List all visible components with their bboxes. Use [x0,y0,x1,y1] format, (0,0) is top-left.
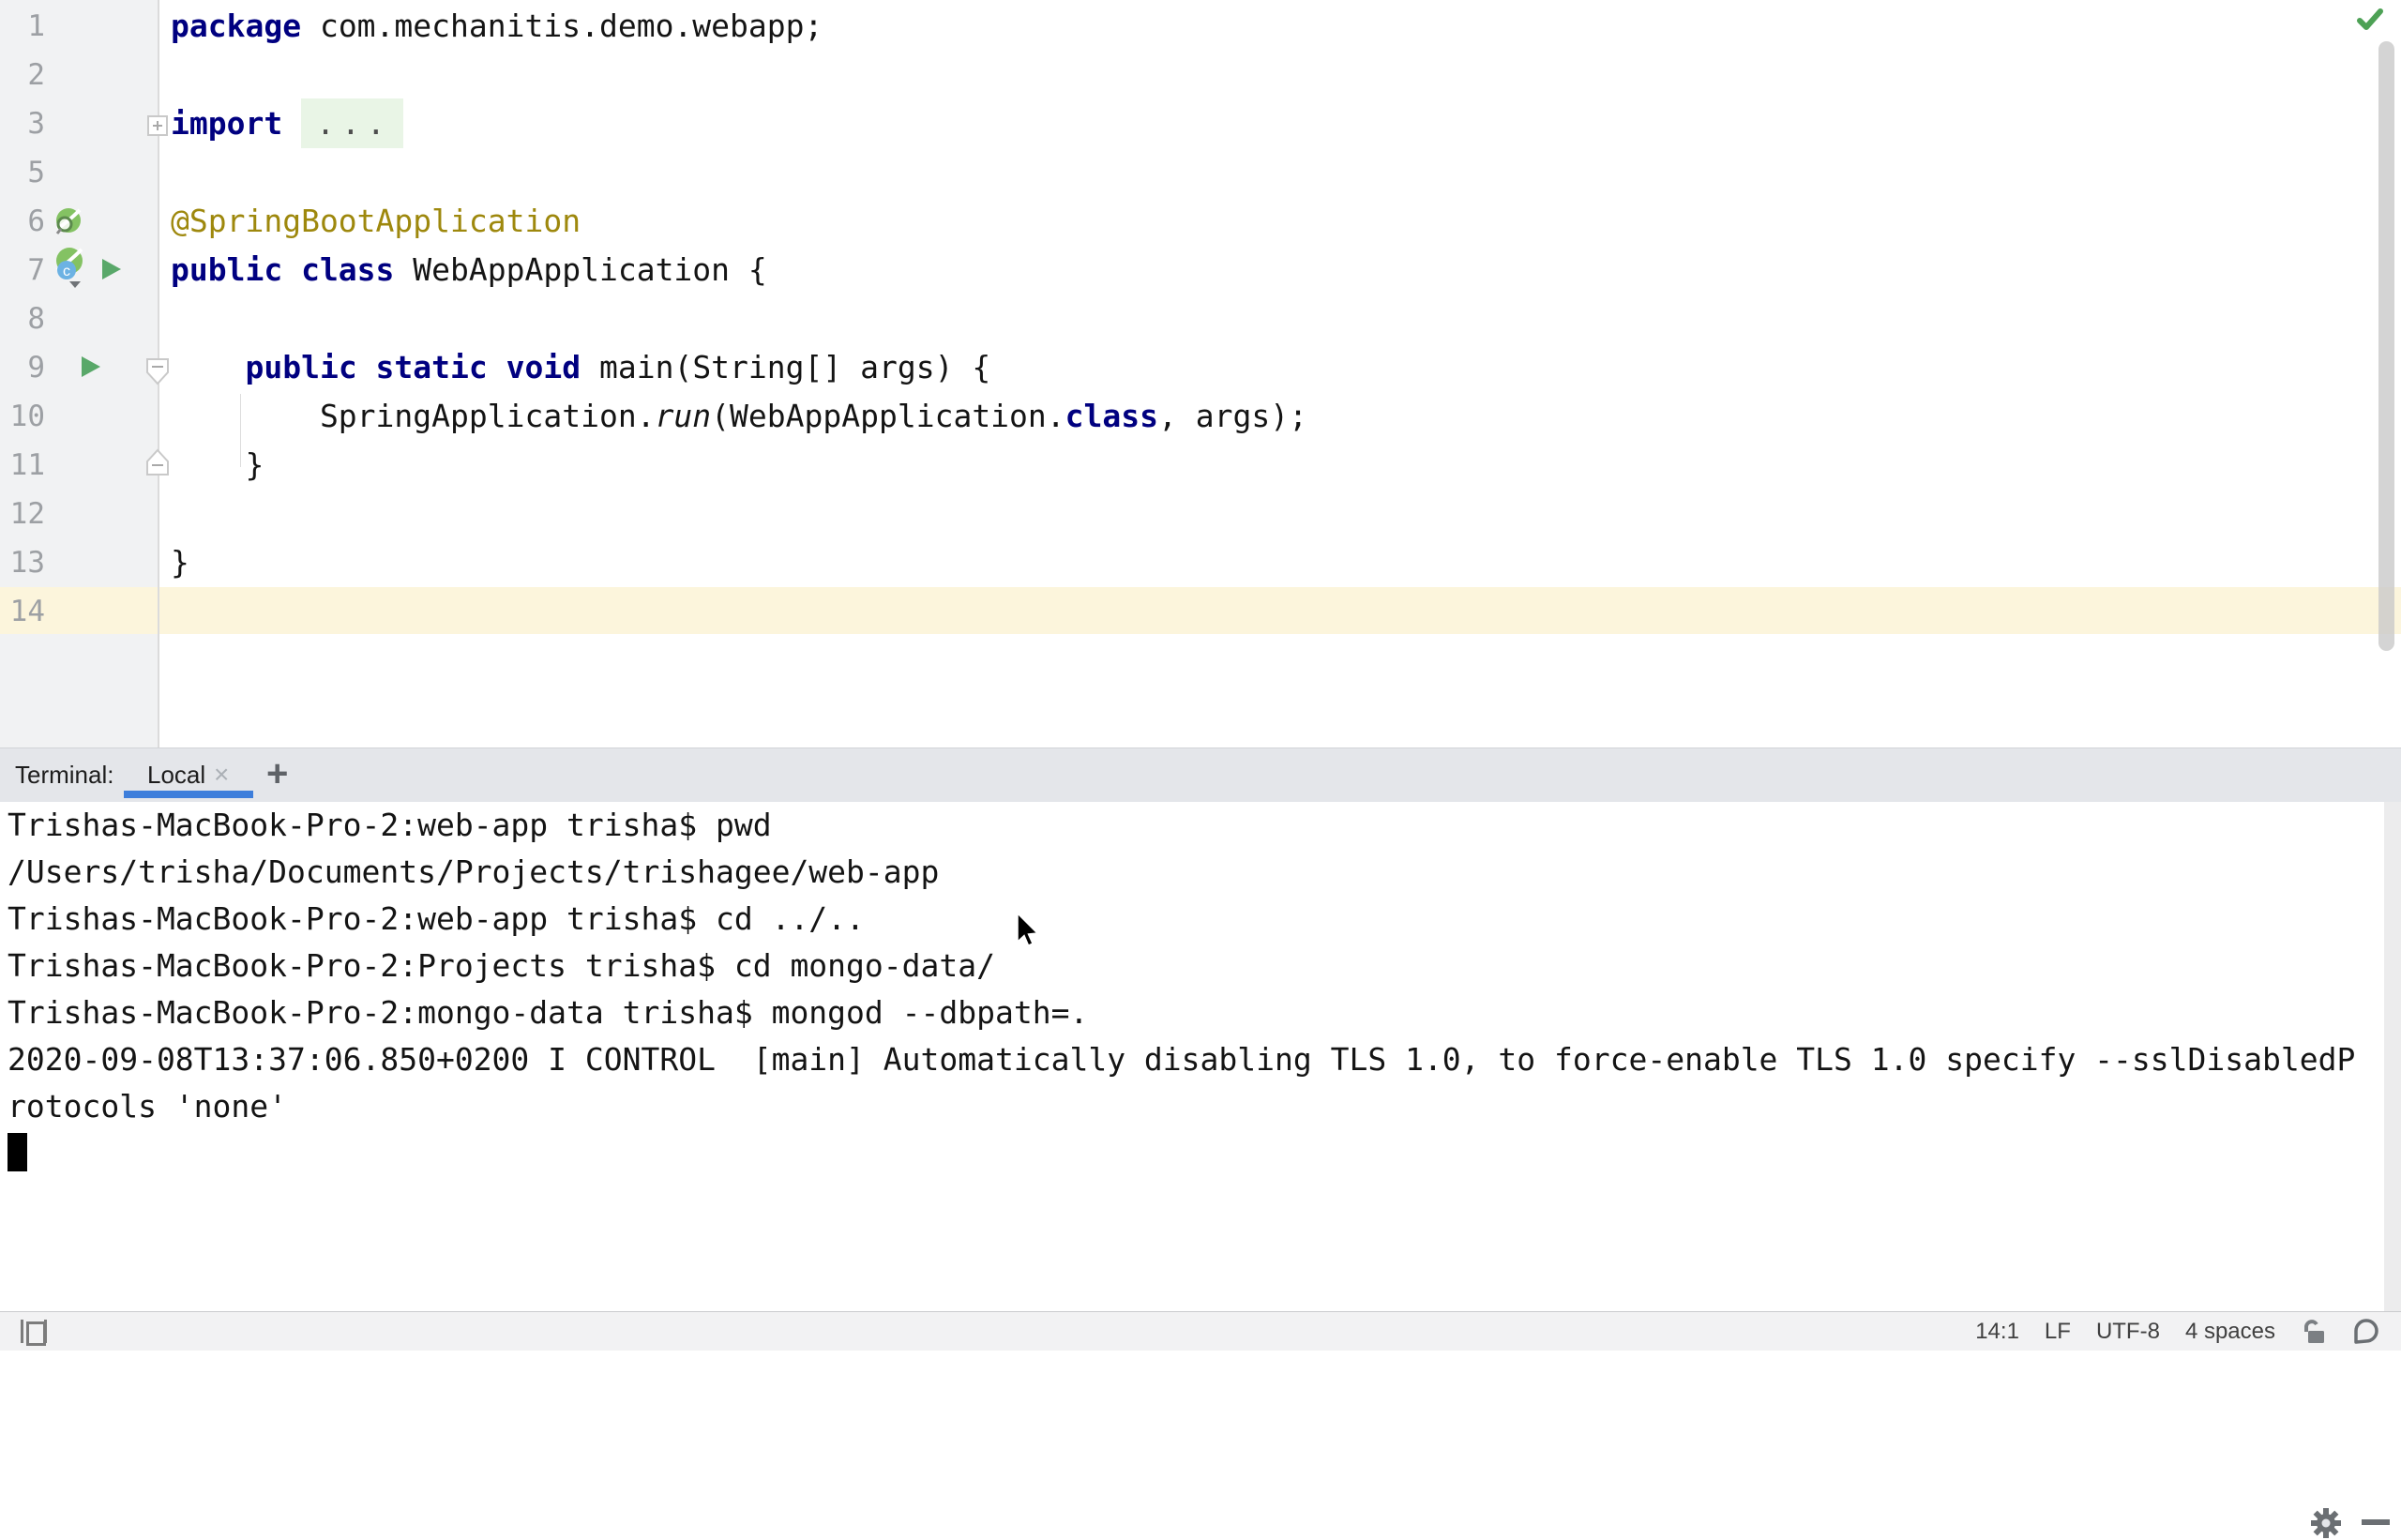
terminal-line: Trishas-MacBook-Pro-2:mongo-data trisha$… [8,994,1089,1031]
line-number: 5 [27,156,45,189]
code-token: public static void [245,349,581,385]
line-number: 12 [9,497,45,531]
line-number: 1 [27,9,45,43]
code-token: } [171,446,264,483]
terminal-cursor [8,1133,27,1171]
svg-text:c: c [63,264,70,279]
terminal-header: Terminal: Local × + [0,747,2401,1538]
code-token: @SpringBootApplication [171,203,581,239]
fold-start-icon[interactable] [144,357,171,385]
code-token: class [1065,398,1159,434]
event-balloon-icon[interactable] [2350,1318,2378,1346]
spring-boot-class-icon[interactable]: c [51,246,92,289]
code-line-3[interactable]: import ... [171,98,403,148]
code-token: (WebAppApplication. [711,398,1065,434]
lock-icon[interactable] [2301,1319,2325,1345]
code-token: package [171,8,302,44]
editor-scrollbar[interactable] [2378,41,2394,651]
code-line-9[interactable]: public static void main(String[] args) { [171,343,990,392]
code-editor[interactable]: 1 package com.mechanitis.demo.webapp; 2 3 im… [0,0,2401,747]
code-token: import [171,105,283,142]
caret-position[interactable]: 14:1 [1975,1319,2019,1345]
terminal-panel-label: Terminal: [15,761,114,789]
no-problems-checkmark-icon[interactable] [2354,4,2386,36]
code-token: } [171,544,189,581]
new-terminal-tab-button[interactable]: + [266,748,288,802]
fold-expand-icon[interactable] [147,115,168,136]
run-icon[interactable] [79,355,103,379]
code-token: SpringApplication. [171,398,656,434]
mouse-cursor [1017,912,1039,946]
gear-icon[interactable] [2309,1506,2343,1540]
terminal-line: Trishas-MacBook-Pro-2:web-app trisha$ pw… [8,807,772,843]
code-token: , args); [1158,398,1307,434]
code-line-7[interactable]: public class WebAppApplication { [171,246,767,294]
code-line-11[interactable]: } [171,441,264,490]
line-number: 9 [27,351,45,385]
terminal-line: Trishas-MacBook-Pro-2:Projects trisha$ c… [8,947,995,984]
line-number: 13 [9,546,45,580]
toolwindow-toggle-icon[interactable] [21,1320,47,1346]
code-token: WebAppApplication { [394,251,767,288]
encoding[interactable]: UTF-8 [2096,1319,2160,1345]
code-line-13[interactable]: } [171,538,189,587]
line-number: 3 [27,107,45,141]
active-tab-underline [124,791,253,798]
indent-style[interactable]: 4 spaces [2185,1319,2275,1345]
status-bar: 14:1 LF UTF-8 4 spaces [0,1311,2401,1351]
code-token: main(String[] args) { [581,349,991,385]
line-number: 10 [9,400,45,433]
line-number: 6 [27,204,45,238]
code-token: run [655,398,712,434]
terminal-line: Trishas-MacBook-Pro-2:web-app trisha$ cd… [8,900,865,937]
terminal-line: 2020-09-08T13:37:06.850+0200 I CONTROL [… [8,1041,2356,1078]
code-token: public class [171,251,395,288]
line-separator[interactable]: LF [2045,1319,2071,1345]
run-icon[interactable] [99,257,124,281]
line-number: 8 [27,302,45,336]
terminal-line: /Users/trisha/Documents/Projects/trishag… [8,853,940,890]
line-number: 7 [27,253,45,287]
terminal-line: rotocols 'none' [8,1088,288,1125]
line-number: 14 [9,595,45,628]
fold-end-icon[interactable] [144,448,171,476]
statusbar-widgets: 14:1 LF UTF-8 4 spaces [1975,1312,2378,1351]
code-token: com.mechanitis.demo.webapp; [301,8,823,44]
code-line-10[interactable]: SpringApplication.run(WebAppApplication.… [171,392,1307,441]
line-number: 11 [9,448,45,482]
terminal-output[interactable]: Trishas-MacBook-Pro-2:web-app trisha$ pw… [0,802,2401,1311]
terminal-scrollbar[interactable] [2384,802,2401,1311]
line-number: 2 [27,58,45,92]
hide-panel-icon[interactable] [2362,1519,2390,1525]
code-line-1[interactable]: package com.mechanitis.demo.webapp; [171,2,823,51]
caret-row-highlight [0,587,2401,634]
code-line-6[interactable]: @SpringBootApplication [171,197,581,246]
folded-import-placeholder[interactable]: ... [301,98,403,148]
terminal-tab-local[interactable]: Local × [124,748,253,802]
spring-bean-search-icon[interactable] [53,206,84,238]
